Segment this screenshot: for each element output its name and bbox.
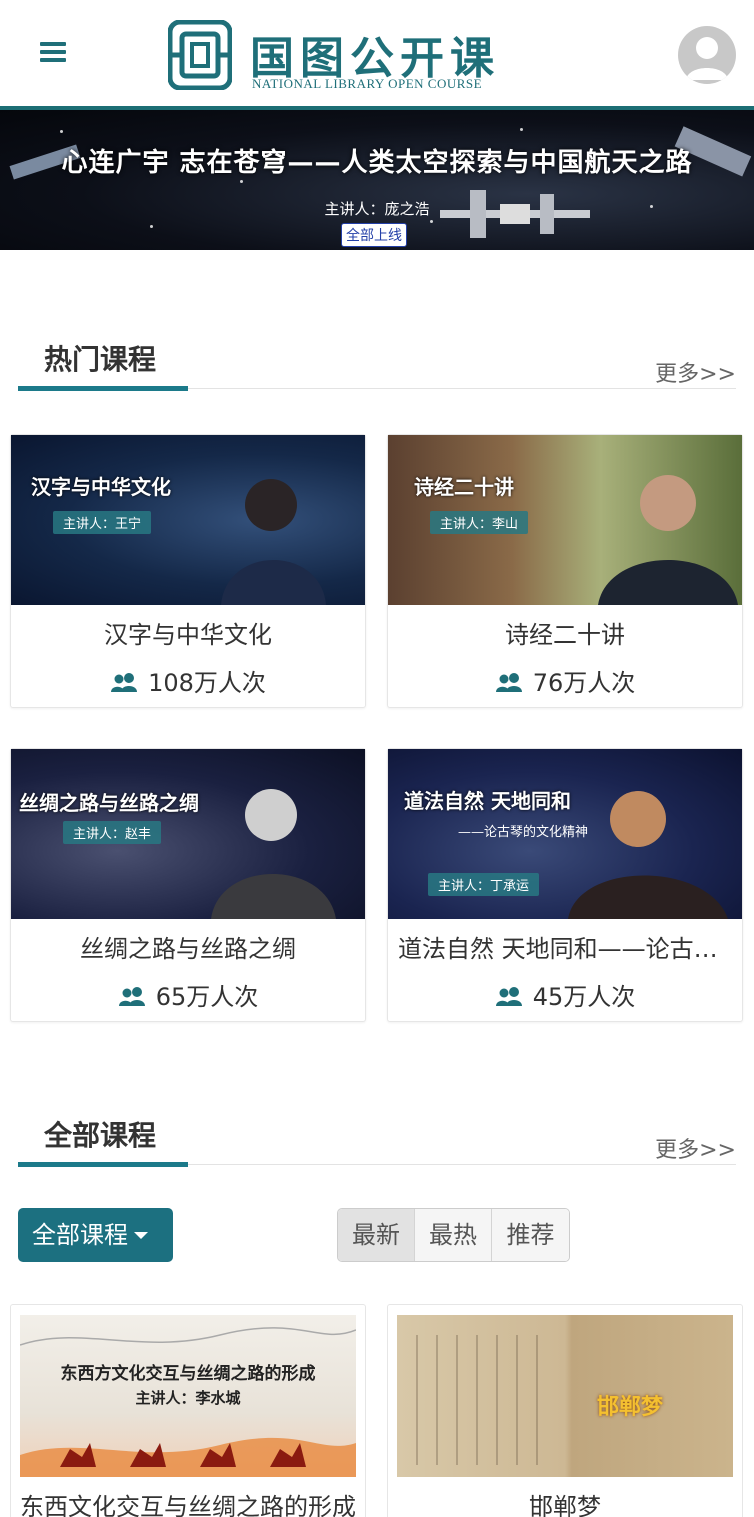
logo-subtitle: NATIONAL LIBRARY OPEN COURSE [252, 76, 483, 91]
course-thumbnail: 邯郸梦 [397, 1315, 733, 1477]
view-count-text: 108万人次 [148, 669, 266, 697]
sort-tab-latest[interactable]: 最新 [338, 1209, 415, 1261]
thumb-title: 汉字与中华文化 [31, 475, 171, 499]
caret-down-icon [134, 1232, 148, 1239]
user-icon [686, 37, 728, 80]
thumb-speaker: 主讲人：王宁 [53, 511, 152, 534]
app-header: 国图公开课 NATIONAL LIBRARY OPEN COURSE [0, 0, 754, 110]
section-title: 全部课程 [44, 1119, 157, 1152]
sort-tab-hottest[interactable]: 最热 [415, 1209, 492, 1261]
banner-speaker: 主讲人：庞之浩 [324, 200, 430, 218]
more-link[interactable]: 更多>> [655, 1132, 736, 1164]
course-name: 道法自然 天地同和——论古琴的文化精神 [398, 935, 742, 963]
view-count-text: 76万人次 [532, 669, 636, 697]
all-courses-header: 全部课程 更多>> [18, 1110, 736, 1170]
view-count: 45万人次 [388, 977, 742, 1012]
book-page-image [416, 1335, 538, 1465]
view-count-text: 45万人次 [532, 983, 636, 1011]
thumb-subtitle: ——论古琴的文化精神 [458, 825, 589, 840]
status-badge: 全部上线 [341, 223, 407, 247]
people-icon [111, 673, 138, 692]
course-card[interactable]: 诗经二十讲 主讲人：李山 诗经二十讲 76万人次 [387, 434, 743, 708]
thumb-speaker: 主讲人：赵丰 [63, 821, 162, 844]
people-icon [495, 987, 522, 1006]
speaker-figure-image [598, 475, 738, 605]
thumb-title: 丝绸之路与丝路之绸 [19, 791, 199, 815]
avatar[interactable] [678, 26, 736, 84]
hot-courses-header: 热门课程 更多>> [18, 334, 736, 394]
course-name: 诗经二十讲 [505, 621, 625, 649]
more-link[interactable]: 更多>> [655, 356, 736, 388]
course-thumbnail: 丝绸之路与丝路之绸 主讲人：赵丰 [11, 749, 365, 919]
course-card[interactable]: 汉字与中华文化 主讲人：王宁 汉字与中华文化 108万人次 [10, 434, 366, 708]
thumb-title: 邯郸梦 [597, 1394, 664, 1420]
section-underline [18, 1162, 188, 1167]
thumb-speaker: 主讲人：李山 [430, 511, 529, 534]
speaker-figure-image [568, 791, 728, 919]
speaker-figure-image [211, 789, 336, 919]
course-thumbnail: 诗经二十讲 主讲人：李山 [388, 435, 742, 605]
course-name: 丝绸之路与丝路之绸 [80, 935, 296, 963]
thumb-title: 东西方文化交互与丝绸之路的形成 [60, 1364, 316, 1384]
section-underline [18, 386, 188, 391]
course-card[interactable]: 东西方文化交互与丝绸之路的形成 主讲人：李水城 东西文化交互与丝绸之路的形成 [10, 1304, 366, 1517]
speaker-figure-image [221, 479, 326, 605]
view-count: 65万人次 [11, 977, 365, 1012]
thumb-title: 道法自然 天地同和 [404, 789, 571, 813]
course-name: 汉字与中华文化 [104, 621, 272, 649]
thumb-title: 诗经二十讲 [414, 475, 514, 499]
thumb-speaker: 主讲人：李水城 [135, 1389, 241, 1407]
thumb-speaker: 主讲人：丁承运 [428, 873, 540, 896]
banner-title: 心连广宇 志在苍穹——人类太空探索与中国航天之路 [61, 148, 693, 178]
course-thumbnail: 东西方文化交互与丝绸之路的形成 主讲人：李水城 [20, 1315, 356, 1477]
site-logo[interactable]: 国图公开课 NATIONAL LIBRARY OPEN COURSE [168, 16, 508, 96]
hero-banner[interactable]: 心连广宇 志在苍穹——人类太空探索与中国航天之路 主讲人：庞之浩 全部上线 [0, 110, 754, 250]
view-count: 76万人次 [388, 663, 742, 698]
people-icon [118, 987, 145, 1006]
course-card[interactable]: 邯郸梦 邯郸梦 [387, 1304, 743, 1517]
category-dropdown-label: 全部课程 [32, 1221, 128, 1249]
people-icon [495, 673, 522, 692]
view-count-text: 65万人次 [155, 983, 259, 1011]
course-name: 邯郸梦 [529, 1493, 601, 1517]
course-thumbnail: 道法自然 天地同和 ——论古琴的文化精神 主讲人：丁承运 [388, 749, 742, 919]
course-name: 东西文化交互与丝绸之路的形成 [20, 1493, 356, 1517]
logo-mark-icon [168, 20, 232, 90]
menu-icon[interactable] [40, 42, 66, 62]
sort-tab-recommended[interactable]: 推荐 [492, 1209, 569, 1261]
course-card[interactable]: 丝绸之路与丝路之绸 主讲人：赵丰 丝绸之路与丝路之绸 65万人次 [10, 748, 366, 1022]
sort-tabs: 最新 最热 推荐 [337, 1208, 570, 1262]
course-thumbnail: 汉字与中华文化 主讲人：王宁 [11, 435, 365, 605]
course-card[interactable]: 道法自然 天地同和 ——论古琴的文化精神 主讲人：丁承运 道法自然 天地同和——… [387, 748, 743, 1022]
category-dropdown[interactable]: 全部课程 [18, 1208, 173, 1262]
section-title: 热门课程 [44, 343, 157, 376]
view-count: 108万人次 [11, 663, 365, 698]
